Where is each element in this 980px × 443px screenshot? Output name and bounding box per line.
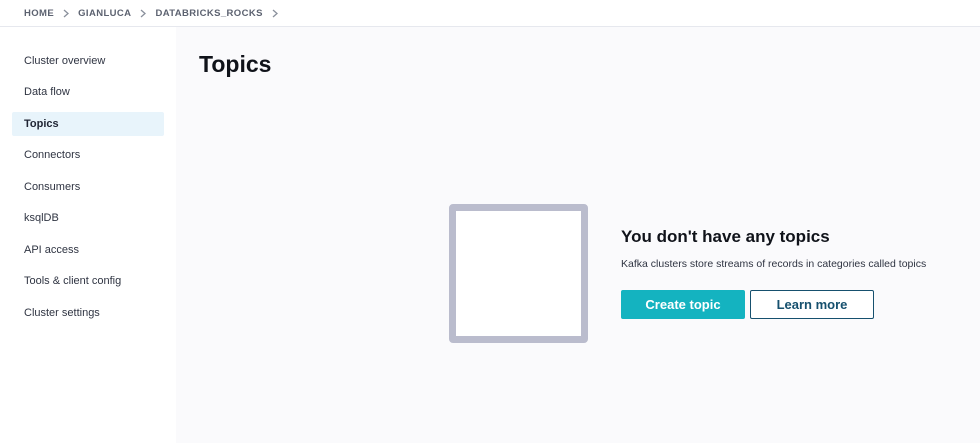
create-topic-button[interactable]: Create topic — [621, 290, 745, 319]
learn-more-button[interactable]: Learn more — [750, 290, 874, 319]
chevron-right-icon — [272, 9, 278, 18]
sidebar-item-tools-client-config[interactable]: Tools & client config — [12, 269, 164, 293]
sidebar-item-topics[interactable]: Topics — [12, 112, 164, 136]
sidebar: Cluster overview Data flow Topics Connec… — [0, 27, 176, 443]
breadcrumb-environment[interactable]: GIANLUCA — [78, 8, 131, 19]
sidebar-item-connectors[interactable]: Connectors — [12, 143, 164, 167]
chevron-right-icon — [140, 9, 147, 18]
breadcrumb-home[interactable]: HOME — [24, 8, 54, 19]
empty-state-heading: You don't have any topics — [621, 227, 830, 246]
empty-state-description: Kafka clusters store streams of records … — [621, 258, 927, 270]
sidebar-item-cluster-settings[interactable]: Cluster settings — [12, 301, 164, 325]
breadcrumb: HOME GIANLUCA DATABRICKS_ROCKS — [0, 0, 980, 27]
page-title: Topics — [199, 51, 272, 77]
sidebar-item-api-access[interactable]: API access — [12, 238, 164, 262]
sidebar-item-cluster-overview[interactable]: Cluster overview — [12, 49, 164, 73]
empty-state-illustration — [449, 204, 588, 343]
sidebar-item-ksqldb[interactable]: ksqlDB — [12, 206, 164, 230]
breadcrumb-cluster[interactable]: DATABRICKS_ROCKS — [155, 8, 262, 19]
chevron-right-icon — [63, 9, 70, 18]
sidebar-item-consumers[interactable]: Consumers — [12, 175, 164, 199]
sidebar-item-data-flow[interactable]: Data flow — [12, 80, 164, 104]
main-content: Topics You don't have any topics Kafka c… — [176, 27, 980, 443]
